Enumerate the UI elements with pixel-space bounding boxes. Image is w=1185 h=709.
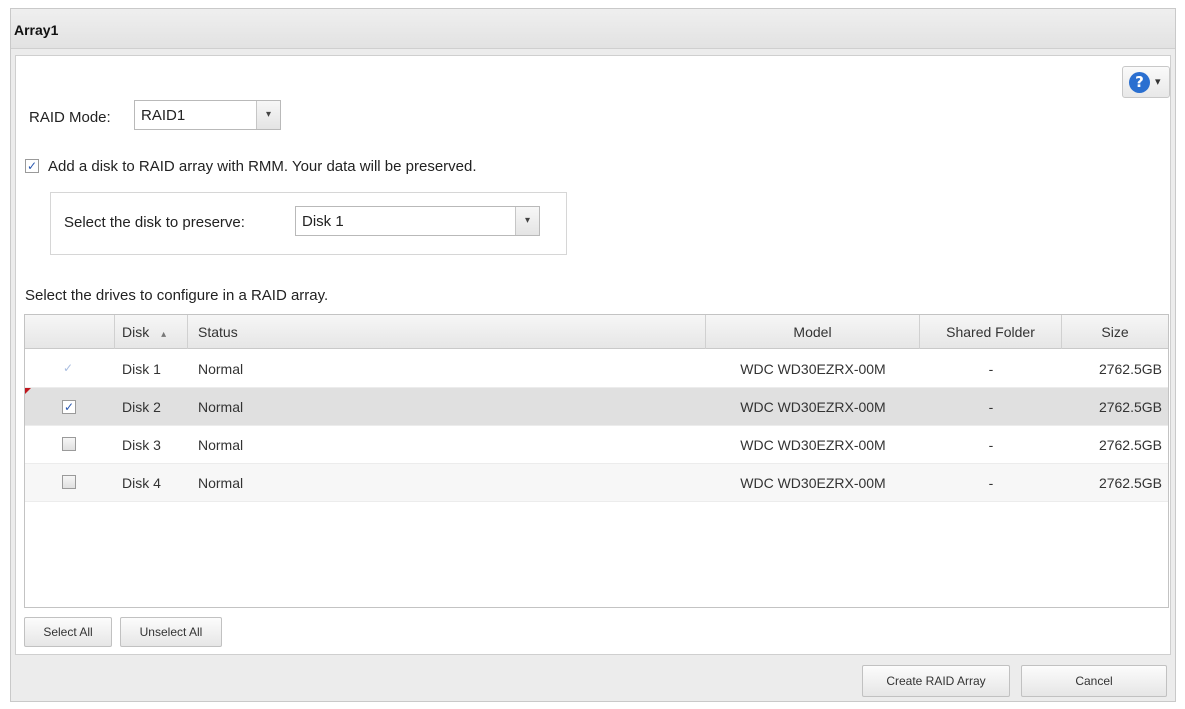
cell-size: 2762.5GB bbox=[1098, 399, 1162, 415]
cell-disk: Disk 3 bbox=[122, 437, 161, 453]
drives-instruction: Select the drives to configure in a RAID… bbox=[25, 287, 329, 304]
modified-marker bbox=[25, 388, 31, 394]
cell-size: 2762.5GB bbox=[1098, 475, 1162, 491]
cell-model: WDC WD30EZRX-00M bbox=[740, 475, 886, 491]
dialog-title: Array1 bbox=[14, 22, 59, 38]
table-header: Disk ▴ Status Model Shared Folder Size bbox=[25, 315, 1168, 349]
array-dialog: Array1 ? ▾ RAID Mode: RAID1 ▾ ✓ Add a di… bbox=[10, 8, 1176, 702]
table-row[interactable]: Disk 4 Normal WDC WD30EZRX-00M - 2762.5G… bbox=[25, 464, 1168, 502]
unselect-all-button[interactable]: Unselect All bbox=[120, 617, 222, 647]
cell-status: Normal bbox=[198, 475, 244, 491]
chevron-down-icon[interactable]: ▾ bbox=[256, 101, 280, 129]
column-header-disk[interactable]: Disk ▴ bbox=[115, 315, 188, 349]
sort-ascending-icon: ▴ bbox=[161, 329, 167, 340]
preserve-disk-select[interactable]: Disk 1 ▾ bbox=[295, 206, 540, 236]
cancel-button[interactable]: Cancel bbox=[1021, 665, 1167, 697]
cell-size: 2762.5GB bbox=[1098, 437, 1162, 453]
column-header-size[interactable]: Size bbox=[1062, 315, 1168, 349]
preserve-disk-label: Select the disk to preserve: bbox=[64, 214, 245, 231]
cell-status: Normal bbox=[198, 399, 244, 415]
select-all-button[interactable]: Select All bbox=[24, 617, 112, 647]
cell-size: 2762.5GB bbox=[1098, 361, 1162, 377]
column-header-model[interactable]: Model bbox=[706, 315, 920, 349]
column-header-status[interactable]: Status bbox=[188, 315, 706, 349]
cell-model: WDC WD30EZRX-00M bbox=[740, 437, 886, 453]
preserve-disk-value: Disk 1 bbox=[302, 213, 344, 230]
chevron-down-icon: ▾ bbox=[1155, 75, 1161, 88]
column-header-disk-label: Disk bbox=[122, 324, 150, 340]
row-checkbox[interactable] bbox=[62, 475, 76, 489]
cell-status: Normal bbox=[198, 361, 244, 377]
table-row[interactable]: ✓ Disk 2 Normal WDC WD30EZRX-00M - 2762.… bbox=[25, 388, 1168, 426]
cell-status: Normal bbox=[198, 437, 244, 453]
row-checkbox[interactable] bbox=[62, 437, 76, 451]
cell-model: WDC WD30EZRX-00M bbox=[740, 399, 886, 415]
table-row[interactable]: Disk 3 Normal WDC WD30EZRX-00M - 2762.5G… bbox=[25, 426, 1168, 464]
raid-mode-label: RAID Mode: bbox=[29, 109, 111, 126]
chevron-down-icon[interactable]: ▾ bbox=[515, 207, 539, 235]
help-icon: ? bbox=[1129, 72, 1150, 93]
drives-table: Disk ▴ Status Model Shared Folder Size ✓… bbox=[24, 314, 1169, 608]
rmm-checkbox[interactable]: ✓ bbox=[25, 159, 39, 173]
cell-shared-folder: - bbox=[988, 361, 994, 377]
raid-mode-select[interactable]: RAID1 ▾ bbox=[134, 100, 281, 130]
cell-shared-folder: - bbox=[988, 437, 994, 453]
preserve-disk-fieldset: Select the disk to preserve: Disk 1 ▾ bbox=[50, 192, 567, 255]
cell-disk: Disk 2 bbox=[122, 399, 161, 415]
dialog-titlebar: Array1 bbox=[11, 9, 1175, 49]
cell-disk: Disk 1 bbox=[122, 361, 161, 377]
cell-shared-folder: - bbox=[988, 399, 994, 415]
table-row[interactable]: ✓ Disk 1 Normal WDC WD30EZRX-00M - 2762.… bbox=[25, 350, 1168, 388]
create-raid-array-button[interactable]: Create RAID Array bbox=[862, 665, 1010, 697]
row-checkbox[interactable]: ✓ bbox=[62, 400, 76, 414]
row-checkbox[interactable]: ✓ bbox=[61, 362, 75, 376]
cell-model: WDC WD30EZRX-00M bbox=[740, 361, 886, 377]
column-header-select bbox=[25, 315, 115, 349]
raid-mode-value: RAID1 bbox=[141, 107, 186, 124]
help-button[interactable]: ? ▾ bbox=[1122, 66, 1170, 98]
rmm-label: Add a disk to RAID array with RMM. Your … bbox=[48, 158, 477, 175]
column-header-shared-folder[interactable]: Shared Folder bbox=[920, 315, 1062, 349]
cell-shared-folder: - bbox=[988, 475, 994, 491]
dialog-content: ? ▾ RAID Mode: RAID1 ▾ ✓ Add a disk to R… bbox=[15, 55, 1171, 655]
cell-disk: Disk 4 bbox=[122, 475, 161, 491]
